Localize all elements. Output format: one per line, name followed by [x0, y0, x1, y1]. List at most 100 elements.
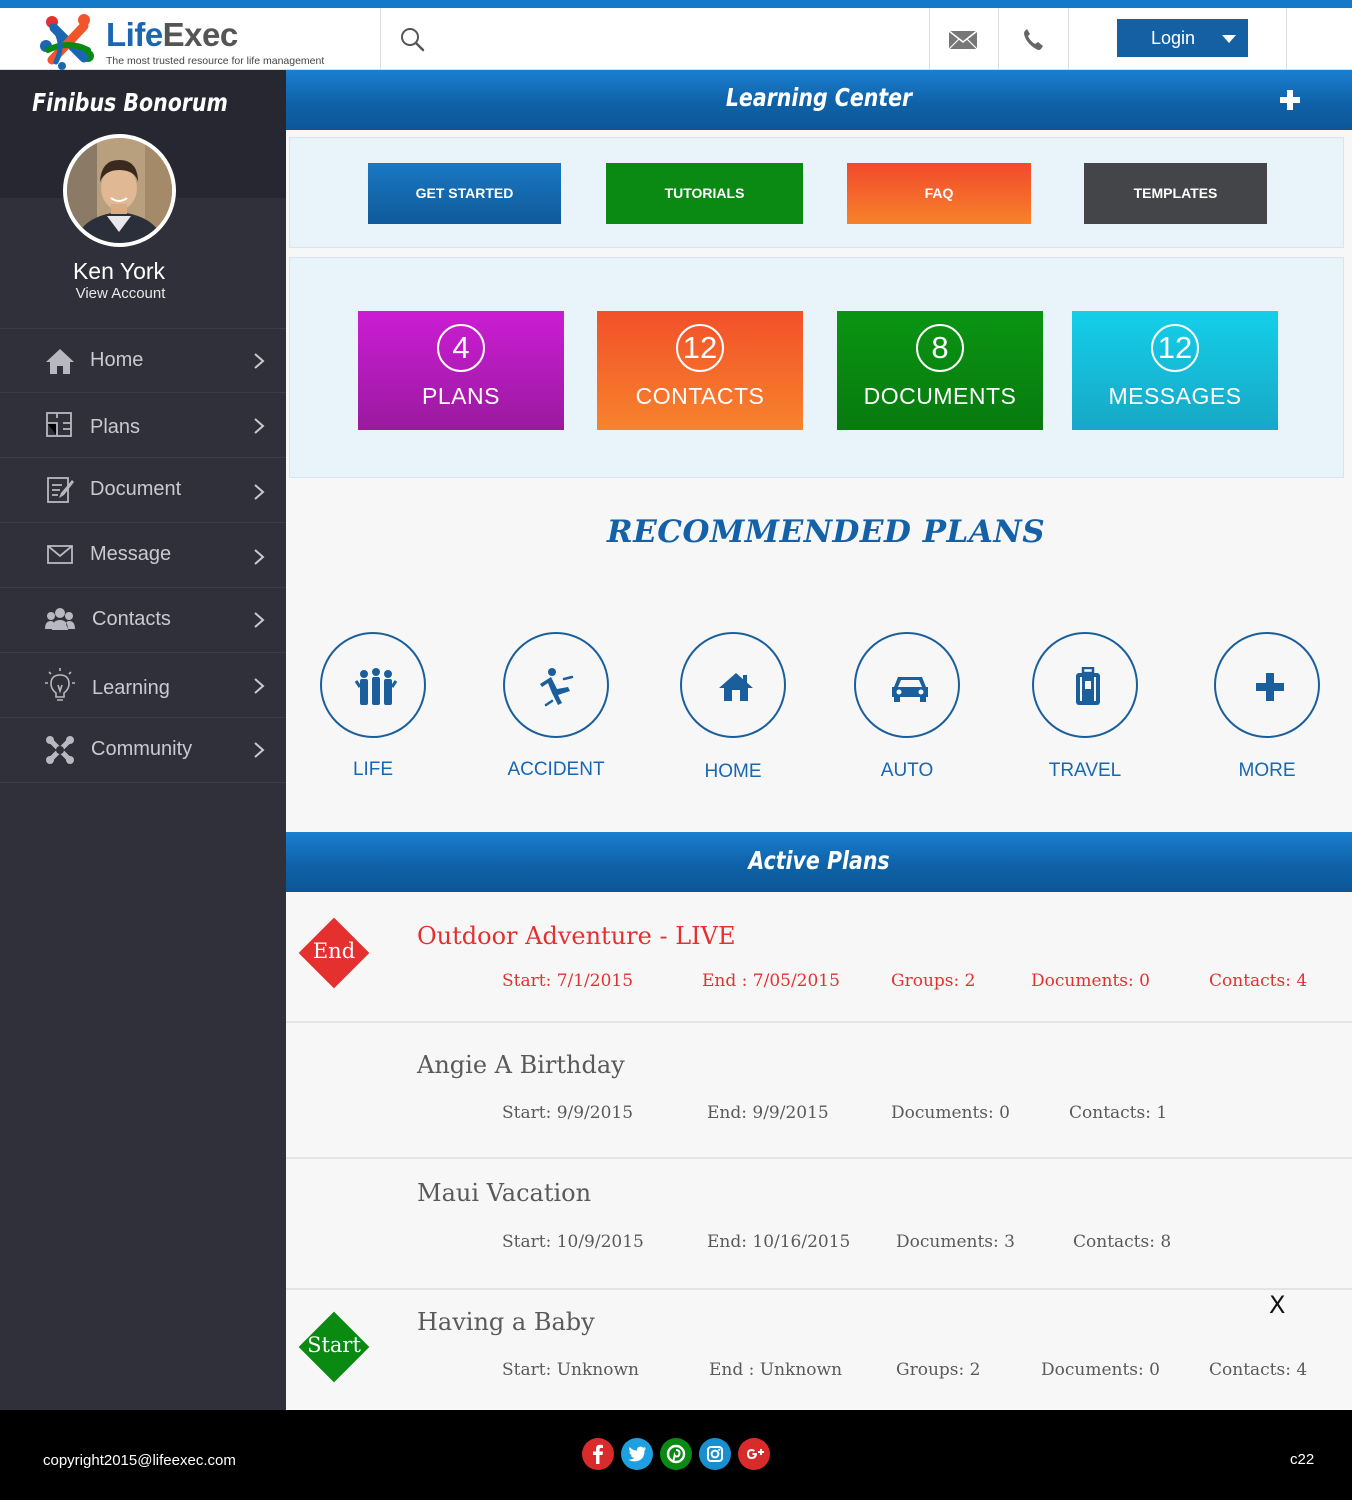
- plan-documents: Documents: 3: [896, 1232, 1015, 1252]
- search-icon[interactable]: [400, 27, 426, 53]
- header-divider: [998, 8, 999, 69]
- phone-icon[interactable]: [1019, 25, 1051, 53]
- documents-stat-tile[interactable]: 8 DOCUMENTS: [837, 311, 1043, 430]
- logo-mark-icon: [40, 14, 94, 70]
- documents-stat-label: DOCUMENTS: [863, 383, 1017, 409]
- plan-name: Outdoor Adventure - LIVE: [417, 922, 736, 950]
- messages-stat-tile[interactable]: 12 MESSAGES: [1072, 311, 1278, 430]
- header-divider: [1286, 8, 1287, 69]
- sidebar-item-community[interactable]: Community: [0, 717, 286, 783]
- plan-row-angie-birthday[interactable]: Angie A Birthday Start: 9/9/2015 End: 9/…: [286, 1023, 1352, 1159]
- house-icon: [719, 673, 753, 701]
- recommended-life-circle: [320, 632, 426, 738]
- tutorials-button[interactable]: TUTORIALS: [606, 163, 803, 224]
- brand-part1: Life: [106, 16, 163, 53]
- chevron-right-icon: [254, 418, 265, 434]
- recommended-home[interactable]: HOME: [679, 632, 787, 782]
- recommended-auto[interactable]: AUTO: [853, 632, 961, 781]
- sidebar-item-label: Document: [90, 478, 182, 500]
- sidebar-item-learning[interactable]: Learning: [0, 652, 286, 717]
- brand-part2: Exec: [162, 16, 239, 53]
- recommended-travel-circle: [1032, 632, 1138, 738]
- sidebar-item-label: Learning: [92, 677, 170, 699]
- plans-stat-tile[interactable]: 4 PLANS: [358, 311, 564, 430]
- plans-count: 4: [437, 324, 485, 372]
- twitter-icon[interactable]: [621, 1438, 653, 1470]
- header-divider: [380, 8, 381, 69]
- plan-end: End : 7/05/2015: [702, 971, 840, 991]
- document-icon: [47, 477, 74, 503]
- chevron-down-icon[interactable]: [1222, 35, 1236, 43]
- avatar[interactable]: [63, 134, 176, 247]
- contacts-icon: [45, 608, 75, 630]
- plan-contacts: Contacts: 4: [1209, 971, 1308, 991]
- sidebar-item-label: Message: [90, 543, 172, 565]
- plans-stat-label: PLANS: [422, 383, 500, 409]
- learning-center-bar: Learning Center: [286, 70, 1352, 130]
- header: LifeExec The most trusted resource for l…: [0, 8, 1352, 70]
- plan-name: Angie A Birthday: [417, 1051, 625, 1079]
- google-plus-icon[interactable]: [738, 1438, 770, 1470]
- sidebar-item-message[interactable]: Message: [0, 522, 286, 587]
- contacts-count: 12: [676, 324, 724, 372]
- search-input[interactable]: [440, 22, 910, 56]
- recommended-accident[interactable]: ACCIDENT: [502, 632, 610, 780]
- contacts-stat-label: CONTACTS: [635, 383, 765, 409]
- instagram-icon[interactable]: [699, 1438, 731, 1470]
- car-icon: [892, 677, 928, 702]
- logo[interactable]: LifeExec The most trusted resource for l…: [38, 10, 378, 70]
- mail-icon[interactable]: [947, 25, 979, 53]
- plan-row-outdoor-adventure[interactable]: End Outdoor Adventure - LIVE Start: 7/1/…: [286, 892, 1352, 1023]
- facebook-icon[interactable]: [582, 1438, 614, 1470]
- plan-documents: Documents: 0: [1031, 971, 1150, 991]
- view-account-link[interactable]: View Account: [0, 285, 241, 302]
- contacts-stat-tile[interactable]: 12 CONTACTS: [597, 311, 803, 430]
- footer: copyright2015@lifeexec.com c22: [0, 1410, 1352, 1500]
- chevron-right-icon: [254, 353, 265, 369]
- recommended-label: LIFE: [352, 759, 394, 780]
- faq-button[interactable]: FAQ: [847, 163, 1031, 224]
- plan-contacts: Contacts: 1: [1069, 1103, 1168, 1123]
- sidebar-item-label: Contacts: [92, 608, 171, 630]
- plan-start: Start: 10/9/2015: [502, 1232, 644, 1252]
- learning-buttons-panel: GET STARTED TUTORIALS FAQ TEMPLATES: [289, 137, 1344, 248]
- login-button[interactable]: Login: [1117, 19, 1248, 57]
- recommended-label: MORE: [1238, 760, 1296, 781]
- active-plans-bar: Active Plans: [286, 832, 1352, 892]
- add-plus-icon[interactable]: [1278, 88, 1302, 112]
- chevron-right-icon: [254, 742, 265, 758]
- close-plan-button[interactable]: X: [1269, 1291, 1285, 1319]
- stats-panel: 4 PLANS 12 CONTACTS 8 DOCUMENTS 12 MESSA…: [289, 257, 1344, 478]
- plan-start: Start: 9/9/2015: [502, 1103, 634, 1123]
- sidebar-item-home[interactable]: Home: [0, 328, 286, 392]
- get-started-button[interactable]: GET STARTED: [368, 163, 561, 224]
- copyright-text: copyright2015@lifeexec.com: [43, 1452, 236, 1469]
- plan-groups: Groups: 2: [896, 1360, 981, 1380]
- brand-tagline: The most trusted resource for life manag…: [106, 55, 325, 67]
- learning-center-title: Learning Center: [725, 83, 913, 112]
- recommended-life[interactable]: LIFE: [319, 632, 427, 780]
- recommended-label: ACCIDENT: [507, 759, 605, 780]
- plan-end: End: 9/9/2015: [707, 1103, 829, 1123]
- plan-row-maui-vacation[interactable]: Maui Vacation Start: 10/9/2015 End: 10/1…: [286, 1159, 1352, 1290]
- plan-documents: Documents: 0: [891, 1103, 1010, 1123]
- plan-contacts: Contacts: 8: [1073, 1232, 1172, 1252]
- sidebar-title: Finibus Bonorum: [32, 88, 228, 117]
- pinterest-icon[interactable]: [660, 1438, 692, 1470]
- login-label: Login: [1151, 27, 1196, 48]
- sidebar-item-plans[interactable]: Plans: [0, 392, 286, 457]
- recommended-more[interactable]: MORE: [1213, 632, 1321, 781]
- lightbulb-icon: [45, 668, 75, 701]
- sidebar-item-label: Home: [90, 349, 144, 371]
- sidebar-item-label: Community: [91, 738, 193, 760]
- sidebar-item-contacts[interactable]: Contacts: [0, 587, 286, 652]
- recommended-label: HOME: [704, 761, 762, 782]
- plan-name: Maui Vacation: [417, 1179, 592, 1207]
- chevron-right-icon: [254, 549, 265, 565]
- sidebar-item-document[interactable]: Document: [0, 457, 286, 522]
- plan-row-having-a-baby[interactable]: Start Having a Baby Start: Unknown End :…: [286, 1290, 1352, 1410]
- recommended-travel[interactable]: TRAVEL: [1031, 632, 1139, 781]
- plus-icon: [1256, 673, 1284, 701]
- community-icon: [46, 736, 74, 764]
- templates-button[interactable]: TEMPLATES: [1084, 163, 1267, 224]
